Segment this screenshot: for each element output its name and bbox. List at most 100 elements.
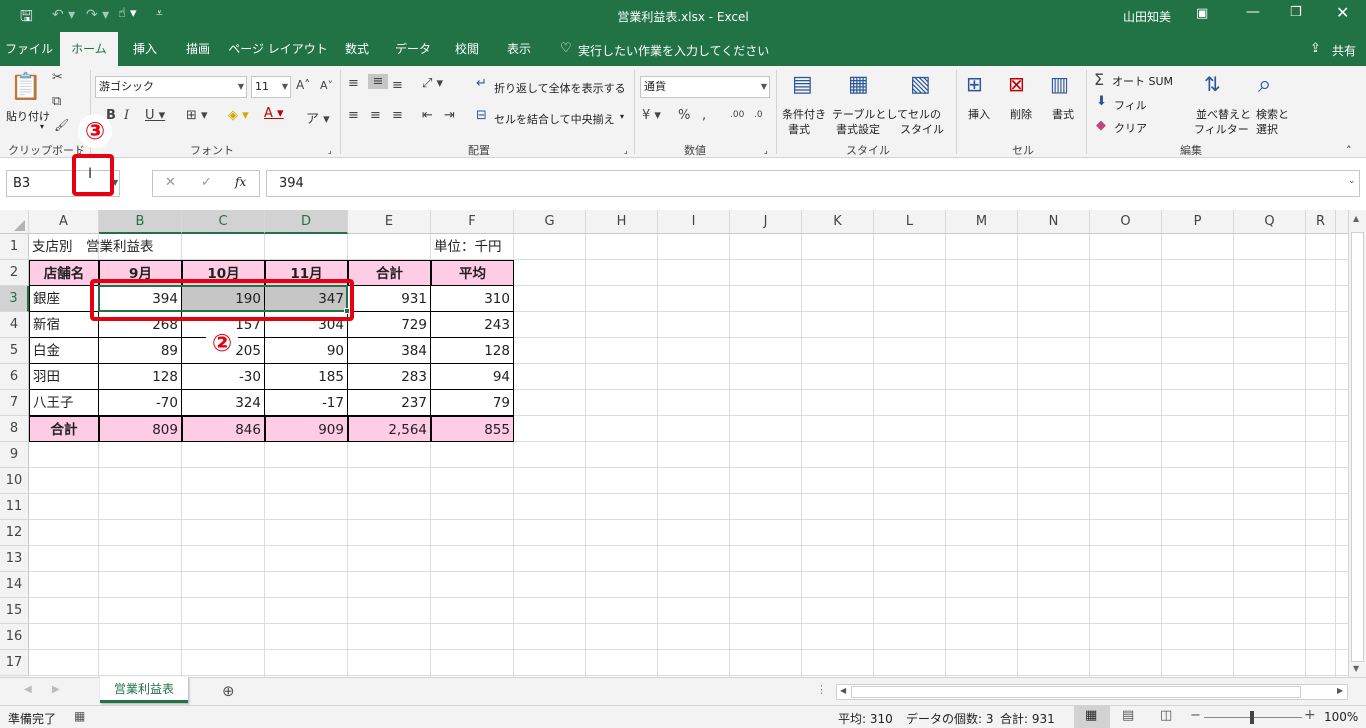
total-cell[interactable]: 909	[265, 416, 348, 442]
sort-filter-button-line2[interactable]: フィルター	[1194, 121, 1249, 137]
unit-label[interactable]: 単位：千円	[431, 234, 514, 260]
tab-review[interactable]: 校閲	[444, 32, 490, 66]
tab-draw[interactable]: 描画	[172, 32, 224, 66]
table-header[interactable]: 平均	[431, 260, 514, 286]
format-cells-button[interactable]: 書式	[1052, 106, 1074, 122]
merge-dropdown-icon[interactable]: ▾	[620, 112, 624, 121]
share-button[interactable]: 共有	[1332, 42, 1356, 59]
insert-cells-button[interactable]: 挿入	[968, 106, 990, 122]
delete-cells-button[interactable]: 削除	[1010, 106, 1032, 122]
conditional-format-button[interactable]: 条件付き	[782, 106, 826, 122]
redo-icon[interactable]: ↷ ▾	[86, 7, 109, 23]
column-header-f[interactable]: F	[431, 210, 514, 234]
scroll-left-icon[interactable]: ◀	[840, 686, 846, 695]
store-name-cell[interactable]: 新宿	[29, 312, 99, 338]
value-cell[interactable]: 931	[348, 286, 431, 312]
sheet-tab[interactable]: 営業利益表	[100, 677, 188, 703]
column-header-c[interactable]: C	[182, 210, 265, 234]
select-all-corner[interactable]	[0, 210, 29, 234]
column-header-g[interactable]: G	[514, 210, 586, 234]
total-label[interactable]: 合計	[29, 416, 99, 442]
paste-dropdown-icon[interactable]: ▾	[40, 122, 44, 131]
number-format-combo[interactable]: 通貨 ▼	[640, 76, 770, 98]
sort-filter-button[interactable]: 並べ替えと	[1196, 106, 1251, 122]
font-color-icon[interactable]: A ▾	[264, 106, 284, 121]
tab-home[interactable]: ホーム	[60, 32, 118, 66]
font-launcher-icon[interactable]: ⌟	[328, 146, 332, 155]
scroll-down-icon[interactable]: ▼	[1353, 664, 1359, 673]
table-title[interactable]: 支店別 営業利益表	[29, 234, 229, 260]
column-header-e[interactable]: E	[348, 210, 431, 234]
insert-cells-icon[interactable]: ⊞	[966, 72, 983, 96]
vertical-scroll-thumb[interactable]	[1351, 232, 1364, 662]
comma-icon[interactable]: ,	[702, 108, 706, 123]
align-bottom-icon[interactable]: ≡	[392, 78, 403, 93]
minimize-icon[interactable]: —	[1246, 4, 1260, 20]
value-cell[interactable]: -30	[182, 364, 265, 390]
currency-icon[interactable]: ¥ ▾	[642, 108, 661, 123]
column-header-k[interactable]: K	[802, 210, 874, 234]
autosum-icon[interactable]: Σ	[1094, 70, 1104, 89]
ribbon-display-icon[interactable]: ▣	[1196, 6, 1208, 21]
zoom-out-icon[interactable]: −	[1190, 708, 1201, 723]
undo-icon[interactable]: ↶ ▾	[52, 7, 75, 23]
enter-icon[interactable]: ✓	[201, 175, 212, 190]
font-size-combo[interactable]: 11 ▼	[251, 76, 291, 98]
scroll-up-icon[interactable]: ▲	[1353, 214, 1359, 223]
macro-record-icon[interactable]: ▦	[74, 709, 85, 723]
row-header-8[interactable]: 8	[0, 416, 29, 442]
alignment-launcher-icon[interactable]: ⌟	[624, 146, 628, 155]
zoom-level[interactable]: 100%	[1324, 710, 1358, 724]
format-as-table-icon[interactable]: ▦	[848, 72, 869, 97]
merge-center-button[interactable]: セルを結合して中央揃え	[494, 111, 615, 127]
increase-decimal-icon[interactable]: .00	[730, 110, 744, 120]
orientation-icon[interactable]: ⤢ ▾	[422, 76, 443, 91]
horizontal-scroll-thumb[interactable]	[851, 686, 1301, 698]
autosum-button[interactable]: オート SUM	[1112, 73, 1173, 89]
row-header-11[interactable]: 11	[0, 494, 29, 520]
column-header-a[interactable]: A	[29, 210, 99, 234]
customize-qat-icon[interactable]: ⩡	[156, 6, 163, 21]
table-header[interactable]: 合計	[348, 260, 431, 286]
restore-icon[interactable]: ❐	[1290, 5, 1302, 20]
percent-icon[interactable]: %	[678, 108, 690, 123]
store-name-cell[interactable]: 羽田	[29, 364, 99, 390]
wrap-text-icon[interactable]: ↵	[476, 76, 487, 91]
row-header-14[interactable]: 14	[0, 572, 29, 598]
fill-icon[interactable]: ⬇	[1096, 94, 1107, 109]
sort-filter-icon[interactable]: ⇅	[1204, 72, 1221, 96]
row-header-13[interactable]: 13	[0, 546, 29, 572]
row-header-6[interactable]: 6	[0, 364, 29, 390]
row-header-12[interactable]: 12	[0, 520, 29, 546]
fill-handle[interactable]	[344, 308, 350, 314]
decrease-decimal-icon[interactable]: .0	[754, 110, 763, 120]
tab-view[interactable]: 表示	[494, 32, 544, 66]
total-cell[interactable]: 809	[99, 416, 182, 442]
underline-icon[interactable]: U ▾	[145, 108, 165, 123]
format-painter-icon[interactable]: 🖌	[54, 118, 69, 132]
close-icon[interactable]: ✕	[1336, 3, 1349, 22]
tab-data[interactable]: データ	[386, 32, 440, 66]
normal-view-button[interactable]: ▦	[1074, 706, 1110, 728]
tab-insert[interactable]: 挿入	[120, 32, 170, 66]
align-left-icon[interactable]: ≡	[348, 108, 359, 123]
column-header-b[interactable]: B	[99, 210, 182, 234]
borders-icon[interactable]: ⊞ ▾	[186, 108, 208, 123]
column-header-j[interactable]: J	[730, 210, 802, 234]
increase-indent-icon[interactable]: ⇥	[444, 108, 455, 123]
row-header-17[interactable]: 17	[0, 650, 29, 676]
copy-icon[interactable]: ⧉	[52, 94, 61, 109]
row-header-7[interactable]: 7	[0, 390, 29, 416]
average-status[interactable]: 平均: 310	[838, 710, 893, 727]
add-sheet-icon[interactable]: ⊕	[222, 682, 235, 700]
wrap-text-button[interactable]: 折り返して全体を表示する	[494, 80, 626, 96]
count-status[interactable]: データの個数: 3	[906, 710, 994, 727]
next-sheet-icon[interactable]: ▶	[52, 684, 60, 695]
value-cell[interactable]: 94	[431, 364, 514, 390]
value-cell[interactable]: 128	[99, 364, 182, 390]
cell-styles-button-line2[interactable]: スタイル	[900, 121, 944, 137]
cancel-icon[interactable]: ✕	[165, 175, 176, 190]
cell-styles-icon[interactable]: ▧	[910, 72, 931, 97]
total-cell[interactable]: 855	[431, 416, 514, 442]
clear-icon[interactable]: ◆	[1096, 118, 1106, 133]
